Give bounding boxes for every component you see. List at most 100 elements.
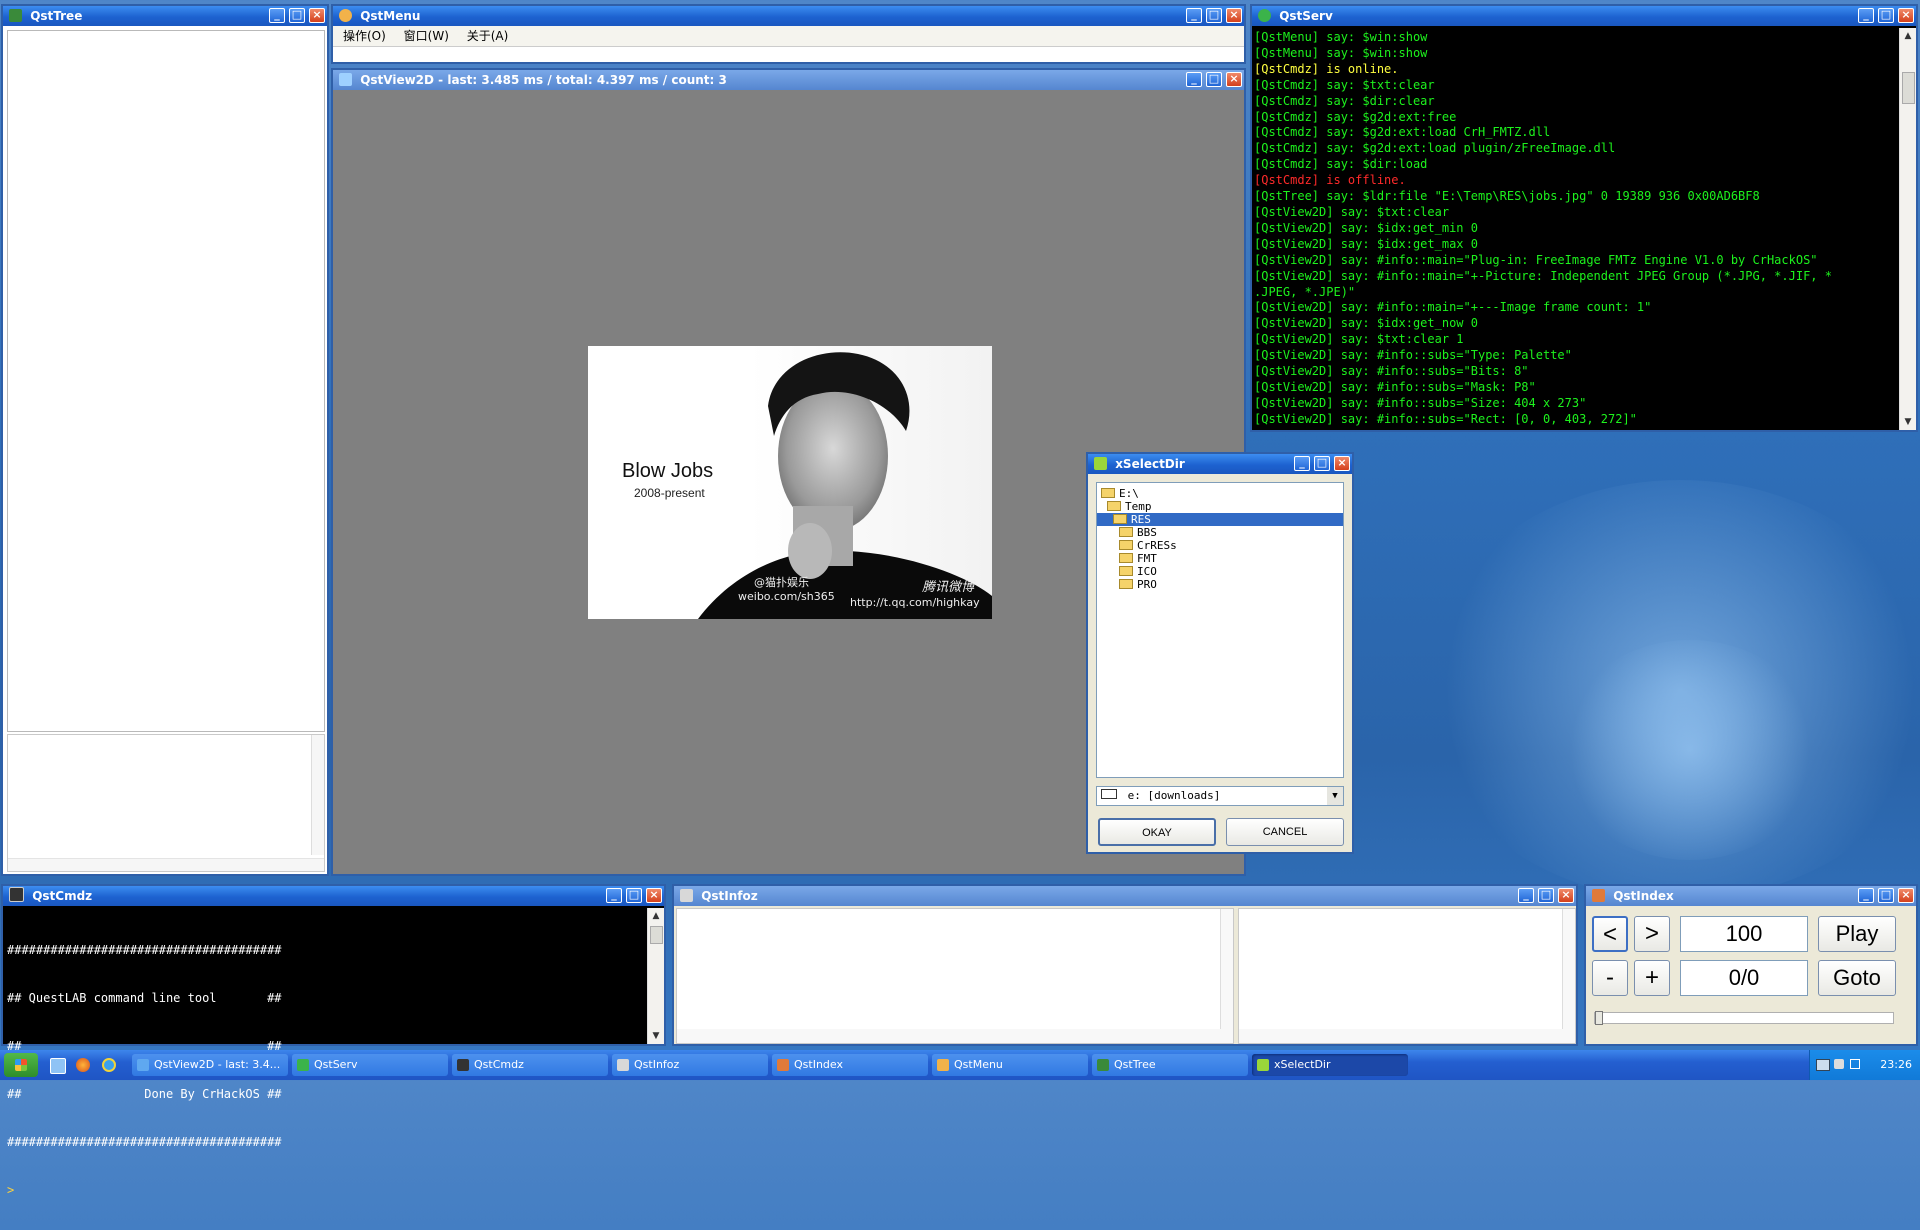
index-value-field[interactable]: 100 [1680, 916, 1808, 952]
info-subs-panel[interactable] [1238, 908, 1576, 1044]
minimize-button[interactable]: _ [1518, 888, 1534, 903]
close-button[interactable]: × [646, 888, 662, 903]
minimize-button[interactable]: _ [1294, 456, 1310, 471]
start-button[interactable] [4, 1053, 38, 1077]
scroll-thumb[interactable] [650, 926, 663, 944]
menu-item-operate[interactable]: 操作(O) [343, 29, 386, 43]
directory-tree[interactable]: E:\ Temp RES BBS CrRESs FMT ICO PRO [1096, 482, 1344, 778]
clock[interactable]: 23:26 [1880, 1050, 1912, 1080]
taskbar-button[interactable]: QstTree [1092, 1054, 1248, 1076]
next-button[interactable]: > [1634, 916, 1670, 952]
maximize-button[interactable]: □ [1878, 8, 1894, 23]
minimize-button[interactable]: _ [1858, 8, 1874, 23]
xselectdir-titlebar[interactable]: xSelectDir _ □ × [1088, 454, 1352, 474]
minus-button[interactable]: - [1592, 960, 1628, 996]
qstcmdz-window: QstCmdz _ □ × ##########################… [1, 884, 666, 1197]
position-field[interactable]: 0/0 [1680, 960, 1808, 996]
qstindex-titlebar[interactable]: QstIndex _ □ × [1586, 886, 1916, 906]
taskbar-button[interactable]: QstInfoz [612, 1054, 768, 1076]
maximize-button[interactable]: □ [1206, 72, 1222, 87]
minimize-button[interactable]: _ [1186, 72, 1202, 87]
close-button[interactable]: × [1898, 8, 1914, 23]
goto-button[interactable]: Goto [1818, 960, 1896, 996]
taskbar-button[interactable]: QstIndex [772, 1054, 928, 1076]
scroll-thumb[interactable] [1902, 72, 1915, 104]
minimize-button[interactable]: _ [1858, 888, 1874, 903]
scroll-up-arrow[interactable]: ▲ [1900, 28, 1916, 44]
close-button[interactable]: × [1226, 72, 1242, 87]
scroll-down-arrow[interactable]: ▼ [648, 1028, 664, 1044]
tree-node[interactable]: Temp [1097, 500, 1343, 513]
command-prompt[interactable]: > [7, 1182, 644, 1198]
tree-panel[interactable] [7, 30, 325, 732]
vertical-scrollbar[interactable]: ▲ ▼ [1899, 28, 1916, 430]
frame-slider-thumb[interactable] [1595, 1011, 1603, 1025]
maximize-button[interactable]: □ [289, 8, 305, 23]
frame-slider-track[interactable] [1594, 1011, 1894, 1025]
prev-button[interactable]: < [1592, 916, 1628, 952]
tree-node[interactable]: ICO [1097, 565, 1343, 578]
tree-node[interactable]: RES [1097, 513, 1343, 526]
menu-item-window[interactable]: 窗口(W) [404, 29, 449, 43]
maximize-button[interactable]: □ [1206, 8, 1222, 23]
vertical-scrollbar[interactable] [1220, 909, 1233, 1029]
taskbar-button[interactable]: xSelectDir [1252, 1054, 1408, 1076]
drive-icon [1101, 789, 1117, 799]
taskbar-button[interactable]: QstCmdz [452, 1054, 608, 1076]
network-icon[interactable] [1816, 1059, 1830, 1071]
drive-select[interactable]: e: [downloads] ▼ [1096, 786, 1344, 806]
qstcmdz-titlebar[interactable]: QstCmdz _ □ × [3, 886, 664, 906]
command-console[interactable]: ###################################### #… [7, 910, 644, 1197]
minimize-button[interactable]: _ [1186, 8, 1202, 23]
qstview2d-titlebar[interactable]: QstView2D - last: 3.485 ms / total: 4.39… [333, 70, 1244, 90]
plus-button[interactable]: + [1634, 960, 1670, 996]
horizontal-scrollbar[interactable] [677, 1029, 1233, 1043]
minimize-button[interactable]: _ [269, 8, 285, 23]
horizontal-scrollbar[interactable] [8, 858, 324, 871]
tree-node[interactable]: E:\ [1097, 487, 1343, 500]
tree-info-panel[interactable] [7, 734, 325, 872]
maximize-button[interactable]: □ [626, 888, 642, 903]
close-button[interactable]: × [309, 8, 325, 23]
taskbar-button[interactable]: QstMenu [932, 1054, 1088, 1076]
qstmenu-titlebar[interactable]: QstMenu _ □ × [333, 6, 1244, 26]
taskbar-button[interactable]: QstView2D - last: 3.4... [132, 1054, 288, 1076]
scroll-down-arrow[interactable]: ▼ [1900, 414, 1916, 430]
minimize-button[interactable]: _ [606, 888, 622, 903]
log-line: [QstMenu] say: $win:show [1254, 45, 1428, 60]
scroll-up-arrow[interactable]: ▲ [648, 908, 664, 924]
watermark-text: http://t.qq.com/highkay [850, 596, 980, 609]
maximize-button[interactable]: □ [1314, 456, 1330, 471]
tree-node[interactable]: PRO [1097, 578, 1343, 591]
horizontal-scrollbar[interactable] [1239, 1029, 1575, 1043]
quicklaunch-desktop-icon[interactable] [50, 1058, 66, 1074]
cancel-button[interactable]: CANCEL [1226, 818, 1344, 846]
qsttree-titlebar[interactable]: QstTree _ □ × [3, 6, 327, 26]
tree-node[interactable]: BBS [1097, 526, 1343, 539]
vertical-scrollbar[interactable] [311, 735, 324, 855]
qstserv-titlebar[interactable]: QstServ _ □ × [1252, 6, 1916, 26]
close-button[interactable]: × [1898, 888, 1914, 903]
quicklaunch-firefox-icon[interactable] [76, 1058, 90, 1072]
maximize-button[interactable]: □ [1538, 888, 1554, 903]
vertical-scrollbar[interactable]: ▲ ▼ [647, 908, 664, 1044]
log-line: [QstCmdz] say: $g2d:ext:free [1254, 109, 1457, 124]
tree-node[interactable]: FMT [1097, 552, 1343, 565]
quicklaunch-ie-icon[interactable] [102, 1058, 116, 1072]
volume-icon[interactable] [1834, 1059, 1844, 1069]
tray-grid-icon[interactable] [1850, 1059, 1860, 1069]
info-main-panel[interactable] [676, 908, 1234, 1044]
play-button[interactable]: Play [1818, 916, 1896, 952]
okay-button[interactable]: OKAY [1098, 818, 1216, 846]
close-button[interactable]: × [1558, 888, 1574, 903]
close-button[interactable]: × [1334, 456, 1350, 471]
close-button[interactable]: × [1226, 8, 1242, 23]
maximize-button[interactable]: □ [1878, 888, 1894, 903]
qstinfoz-titlebar[interactable]: QstInfoz _ □ × [674, 886, 1576, 906]
tree-node[interactable]: CrRESs [1097, 539, 1343, 552]
vertical-scrollbar[interactable] [1562, 909, 1575, 1029]
server-log[interactable]: [QstMenu] say: $win:show [QstMenu] say: $… [1254, 30, 1898, 428]
chevron-down-icon[interactable]: ▼ [1327, 787, 1343, 805]
taskbar-button[interactable]: QstServ [292, 1054, 448, 1076]
menu-item-about[interactable]: 关于(A) [467, 29, 509, 43]
